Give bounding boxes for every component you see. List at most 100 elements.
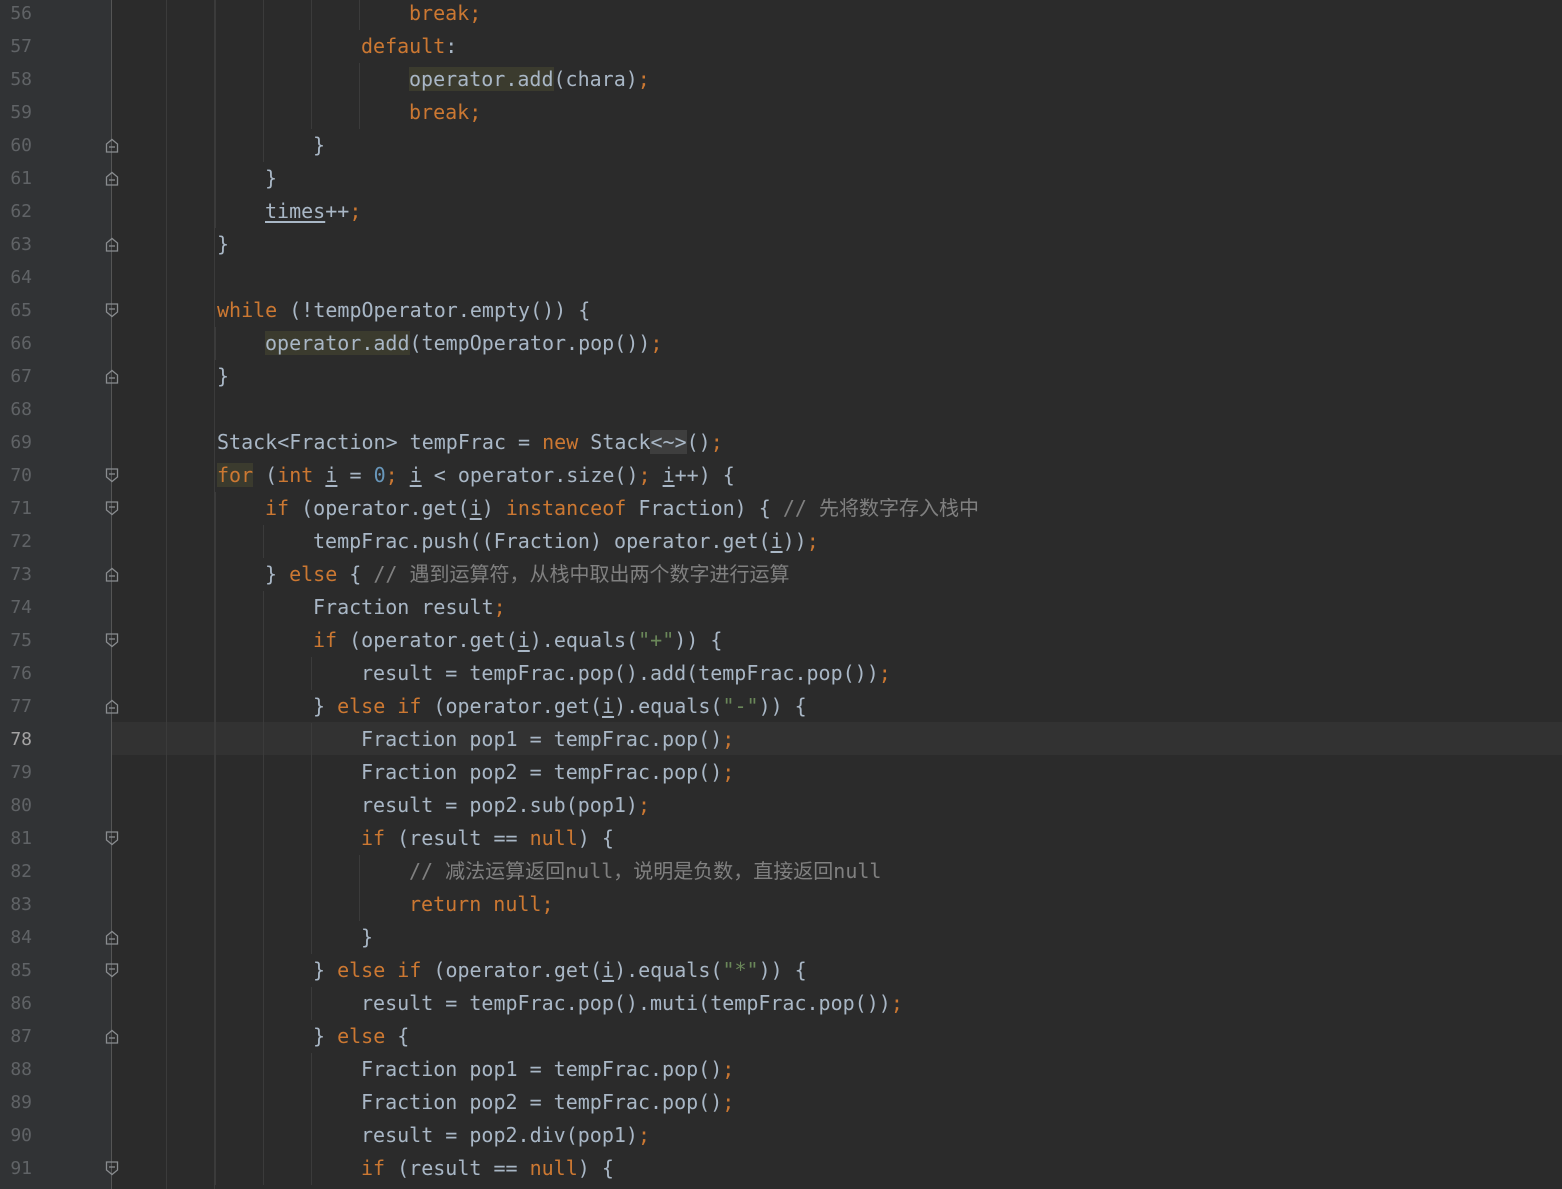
code-text[interactable]: break; <box>409 0 481 30</box>
code-line[interactable]: 59 break; <box>0 96 1562 129</box>
code-text[interactable]: } <box>361 921 373 954</box>
code-text[interactable]: result = tempFrac.pop().muti(tempFrac.po… <box>361 987 903 1020</box>
code-text[interactable]: while (!tempOperator.empty()) { <box>217 294 590 327</box>
code-text[interactable]: Fraction pop2 = tempFrac.pop(); <box>361 1086 734 1119</box>
code-line[interactable]: 76 result = tempFrac.pop().add(tempFrac.p… <box>0 657 1562 690</box>
code-token: Fraction result <box>313 595 494 619</box>
code-text[interactable]: } <box>313 129 325 162</box>
fold-collapse-icon[interactable] <box>105 237 119 252</box>
fold-expand-icon[interactable] <box>105 303 119 318</box>
line-number: 67 <box>10 366 32 387</box>
code-line[interactable]: 91 if (result == null) { <box>0 1152 1562 1185</box>
code-token: tempFrac.push((Fraction) operator.get( <box>313 529 771 553</box>
code-text[interactable]: } <box>217 228 229 261</box>
code-line[interactable]: 62 times++; <box>0 195 1562 228</box>
code-line[interactable]: 89 Fraction pop2 = tempFrac.pop(); <box>0 1086 1562 1119</box>
fold-collapse-icon[interactable] <box>105 567 119 582</box>
code-line[interactable]: 64 <box>0 261 1562 294</box>
fold-collapse-icon[interactable] <box>105 699 119 714</box>
code-line[interactable]: 90 result = pop2.div(pop1); <box>0 1119 1562 1152</box>
code-text[interactable]: Fraction result; <box>313 591 506 624</box>
code-token: ; <box>493 595 506 619</box>
line-number: 73 <box>10 564 32 585</box>
code-text[interactable]: break; <box>409 96 481 129</box>
code-line[interactable]: 80 result = pop2.sub(pop1); <box>0 789 1562 822</box>
code-text[interactable]: tempFrac.push((Fraction) operator.get(i)… <box>313 525 819 558</box>
code-line[interactable]: 73 } else { // 遇到运算符，从栈中取出两个数字进行运算 <box>0 558 1562 591</box>
code-line[interactable]: 63} <box>0 228 1562 261</box>
fold-expand-icon[interactable] <box>105 468 119 483</box>
code-text[interactable]: Fraction pop1 = tempFrac.pop(); <box>361 1053 734 1086</box>
code-text[interactable]: if (result == null) { <box>361 822 614 855</box>
code-line[interactable]: 57 default: <box>0 30 1562 63</box>
code-line[interactable]: 86 result = tempFrac.pop().muti(tempFrac.… <box>0 987 1562 1020</box>
code-token: )) { <box>758 958 807 982</box>
code-text[interactable]: default: <box>361 30 457 63</box>
code-token: else if <box>337 958 422 982</box>
code-line[interactable]: 71 if (operator.get(i) instanceof Fractio… <box>0 492 1562 525</box>
code-line[interactable]: 58 operator.add(chara); <box>0 63 1562 96</box>
code-text[interactable]: for (int i = 0; i < operator.size(); i++… <box>217 459 735 492</box>
code-line[interactable]: 69 Stack<Fraction> tempFrac = new Stack<~… <box>0 426 1562 459</box>
fold-collapse-icon[interactable] <box>105 171 119 186</box>
code-line[interactable]: 87} else { <box>0 1020 1562 1053</box>
code-line[interactable]: 70 for (int i = 0; i < operator.size(); i… <box>0 459 1562 492</box>
code-text[interactable]: if (operator.get(i).equals("+")) { <box>313 624 722 657</box>
fold-collapse-icon[interactable] <box>105 930 119 945</box>
fold-collapse-icon[interactable] <box>105 138 119 153</box>
code-token: ; <box>890 991 903 1015</box>
code-line[interactable]: 61} <box>0 162 1562 195</box>
fold-expand-icon[interactable] <box>105 963 119 978</box>
code-line[interactable]: 84} <box>0 921 1562 954</box>
code-line[interactable]: 65 while (!tempOperator.empty()) { <box>0 294 1562 327</box>
code-line[interactable]: 88 Fraction pop1 = tempFrac.pop(); <box>0 1053 1562 1086</box>
code-text[interactable]: return null; <box>409 888 554 921</box>
code-text[interactable]: Fraction pop1 = tempFrac.pop(); <box>361 723 734 756</box>
code-line[interactable]: 77} else if (operator.get(i).equals("-")… <box>0 690 1562 723</box>
code-line[interactable]: 60} <box>0 129 1562 162</box>
code-line[interactable]: 68 <box>0 393 1562 426</box>
code-text[interactable]: result = tempFrac.pop().add(tempFrac.pop… <box>361 657 891 690</box>
code-text[interactable]: } else if (operator.get(i).equals("*")) … <box>313 954 807 987</box>
code-text[interactable]: } else if (operator.get(i).equals("-")) … <box>313 690 807 723</box>
code-text[interactable]: operator.add(tempOperator.pop()); <box>265 327 662 360</box>
code-text[interactable]: if (result == null) { <box>361 1152 614 1185</box>
code-line[interactable]: 79 Fraction pop2 = tempFrac.pop(); <box>0 756 1562 789</box>
fold-expand-icon[interactable] <box>105 1161 119 1176</box>
code-line[interactable]: 66 operator.add(tempOperator.pop()); <box>0 327 1562 360</box>
code-line[interactable]: 75 if (operator.get(i).equals("+")) { <box>0 624 1562 657</box>
fold-expand-icon[interactable] <box>105 501 119 516</box>
code-line[interactable]: 67} <box>0 360 1562 393</box>
code-token: ) { <box>577 1156 614 1180</box>
fold-expand-icon[interactable] <box>105 633 119 648</box>
code-line[interactable]: 72 tempFrac.push((Fraction) operator.get(… <box>0 525 1562 558</box>
code-text[interactable]: } else { <box>313 1020 409 1053</box>
code-text[interactable]: } else { // 遇到运算符，从栈中取出两个数字进行运算 <box>265 558 790 591</box>
fold-expand-icon[interactable] <box>105 831 119 846</box>
code-line[interactable]: 85} else if (operator.get(i).equals("*")… <box>0 954 1562 987</box>
code-editor[interactable]: 56 break; 57 default: 58 operator.add(chara);… <box>0 0 1562 1189</box>
code-token: ; <box>722 1090 735 1114</box>
code-line[interactable]: 83 return null; <box>0 888 1562 921</box>
code-line[interactable]: 74 Fraction result; <box>0 591 1562 624</box>
code-text[interactable]: // 减法运算返回null，说明是负数，直接返回null <box>409 855 881 888</box>
code-line[interactable]: 81 if (result == null) { <box>0 822 1562 855</box>
code-text[interactable]: Fraction pop2 = tempFrac.pop(); <box>361 756 734 789</box>
code-text[interactable]: } <box>265 162 277 195</box>
code-line[interactable]: 78 Fraction pop1 = tempFrac.pop(); <box>0 723 1562 756</box>
code-text[interactable]: Stack<Fraction> tempFrac = new Stack<~>(… <box>217 426 723 459</box>
line-number: 62 <box>10 201 32 222</box>
code-line[interactable]: 56 break; <box>0 0 1562 30</box>
code-text[interactable]: if (operator.get(i) instanceof Fraction)… <box>265 492 979 525</box>
fold-collapse-icon[interactable] <box>105 1029 119 1044</box>
code-text[interactable]: result = pop2.div(pop1); <box>361 1119 650 1152</box>
code-text[interactable]: operator.add(chara); <box>409 63 650 96</box>
code-line[interactable]: 82// 减法运算返回null，说明是负数，直接返回null <box>0 855 1562 888</box>
code-text[interactable]: } <box>217 360 229 393</box>
code-text[interactable]: result = pop2.sub(pop1); <box>361 789 650 822</box>
code-token: else <box>337 1024 386 1048</box>
line-number: 70 <box>10 465 32 486</box>
code-text[interactable]: times++; <box>265 195 361 228</box>
code-token: ; <box>650 331 663 355</box>
fold-collapse-icon[interactable] <box>105 369 119 384</box>
